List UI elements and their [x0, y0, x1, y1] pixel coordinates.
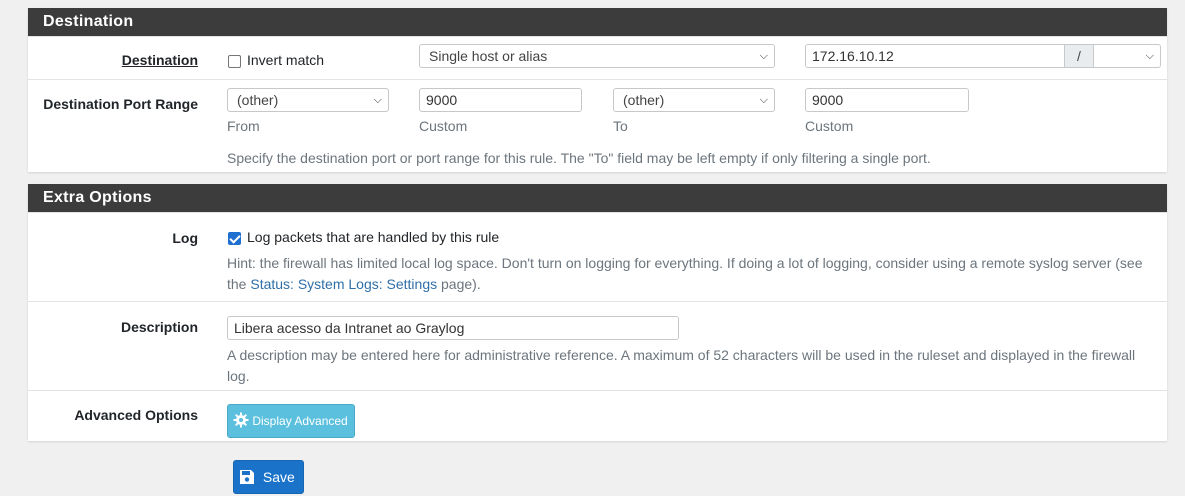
save-button[interactable]: Save — [233, 460, 304, 494]
destination-row: Destination Invert match Single host or … — [28, 36, 1167, 79]
log-label: Log — [172, 230, 198, 246]
description-help: A description may be entered here for ad… — [227, 347, 1136, 384]
advanced-options-row: Advanced Options Display Advanced — [28, 390, 1167, 442]
destination-type-select[interactable]: Single host or alias ⌵ — [419, 44, 775, 68]
chevron-down-icon: ⌵ — [1145, 50, 1154, 62]
to-port-select-value: (other) — [623, 92, 665, 108]
destination-address-value: 172.16.10.12 — [812, 48, 894, 64]
to-port-select[interactable]: (other) ⌵ — [613, 88, 775, 112]
invert-match-label[interactable]: Invert match — [247, 52, 324, 68]
from-port-custom-input[interactable]: 9000 — [419, 88, 582, 112]
destination-panel-heading: Destination — [28, 8, 1167, 36]
system-logs-settings-link[interactable]: Status: System Logs: Settings — [250, 276, 437, 292]
destination-label: Destination — [121, 52, 198, 68]
destination-type-value: Single host or alias — [429, 48, 548, 64]
extra-options-panel: Extra Options Log Log packets that are h… — [28, 184, 1167, 441]
port-range-label: Destination Port Range — [43, 96, 198, 112]
to-port-custom-value: 9000 — [812, 92, 844, 108]
log-hint-end: page). — [437, 276, 481, 292]
port-range-help: Specify the destination port or port ran… — [227, 150, 931, 166]
save-icon — [240, 470, 254, 484]
log-checkbox[interactable] — [228, 232, 241, 245]
description-label: Description — [120, 319, 198, 335]
custom-sublabel-2: Custom — [805, 118, 854, 134]
advanced-options-label: Advanced Options — [74, 407, 198, 423]
chevron-down-icon: ⌵ — [759, 50, 768, 62]
chevron-down-icon: ⌵ — [759, 94, 768, 106]
slash-text: / — [1077, 48, 1081, 64]
extra-options-heading: Extra Options — [28, 184, 1167, 212]
slash-addon: / — [1064, 44, 1094, 68]
description-row: Description Libera acesso da Intranet ao… — [28, 301, 1167, 390]
destination-port-range-row: Destination Port Range (other) ⌵ 9000 (o… — [28, 79, 1167, 173]
destination-panel: Destination Destination Invert match Sin… — [28, 8, 1167, 172]
custom-sublabel-1: Custom — [419, 118, 468, 134]
save-button-label: Save — [262, 469, 295, 485]
chevron-down-icon: ⌵ — [373, 94, 382, 106]
log-row: Log Log packets that are handled by this… — [28, 212, 1167, 301]
to-sublabel: To — [613, 118, 628, 134]
from-port-select[interactable]: (other) ⌵ — [227, 88, 389, 112]
destination-mask-select[interactable]: ⌵ — [1093, 44, 1161, 68]
from-port-select-value: (other) — [237, 92, 279, 108]
to-port-custom-input[interactable]: 9000 — [805, 88, 969, 112]
display-advanced-label: Display Advanced — [252, 414, 348, 428]
destination-address-input[interactable]: 172.16.10.12 — [805, 44, 1065, 68]
description-value: Libera acesso da Intranet ao Graylog — [234, 320, 465, 336]
invert-match-checkbox[interactable] — [228, 55, 241, 68]
gear-icon — [233, 412, 249, 428]
from-port-custom-value: 9000 — [426, 92, 458, 108]
from-sublabel: From — [227, 118, 260, 134]
log-hint: Hint: the firewall has limited local log… — [227, 253, 1157, 295]
description-input[interactable]: Libera acesso da Intranet ao Graylog — [227, 316, 679, 340]
display-advanced-button[interactable]: Display Advanced — [227, 404, 355, 438]
log-checkbox-label[interactable]: Log packets that are handled by this rul… — [247, 229, 499, 245]
